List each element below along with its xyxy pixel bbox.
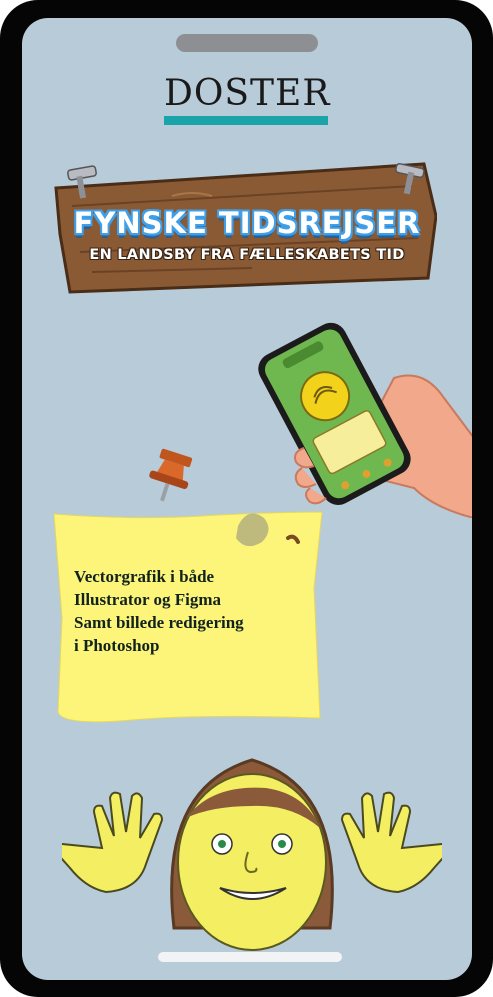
phone-speaker-notch: [176, 34, 318, 52]
phone-frame: DOSTER FYNSKE TIDSREJSER EN LANDSBY FRA …: [0, 0, 493, 997]
note-line: Samt billede redigering: [74, 613, 244, 632]
hero-title: FYNSKE TIDSREJSER: [73, 206, 421, 240]
brand-logo[interactable]: DOSTER: [164, 73, 331, 125]
home-indicator[interactable]: [158, 952, 342, 962]
brand-name: DOSTER: [164, 73, 331, 114]
note-line: Illustrator og Figma: [74, 590, 222, 609]
push-pin-icon: [149, 448, 193, 502]
note-line: i Photoshop: [74, 636, 160, 655]
brand-underline: [164, 116, 328, 125]
note-line: Vectorgrafik i både: [74, 567, 215, 586]
hero-subtitle: EN LANDSBY FRA FÆLLESKABETS TID: [89, 247, 405, 263]
phone-screen: DOSTER FYNSKE TIDSREJSER EN LANDSBY FRA …: [22, 18, 472, 980]
hand-holding-phone-illustration: [258, 322, 472, 518]
left-waving-hand-icon: [62, 791, 164, 894]
cartoon-character-illustration: [62, 758, 442, 951]
note-text: Vectorgrafik i både Illustrator og Figma…: [74, 565, 314, 657]
right-waving-hand-icon: [340, 791, 442, 894]
